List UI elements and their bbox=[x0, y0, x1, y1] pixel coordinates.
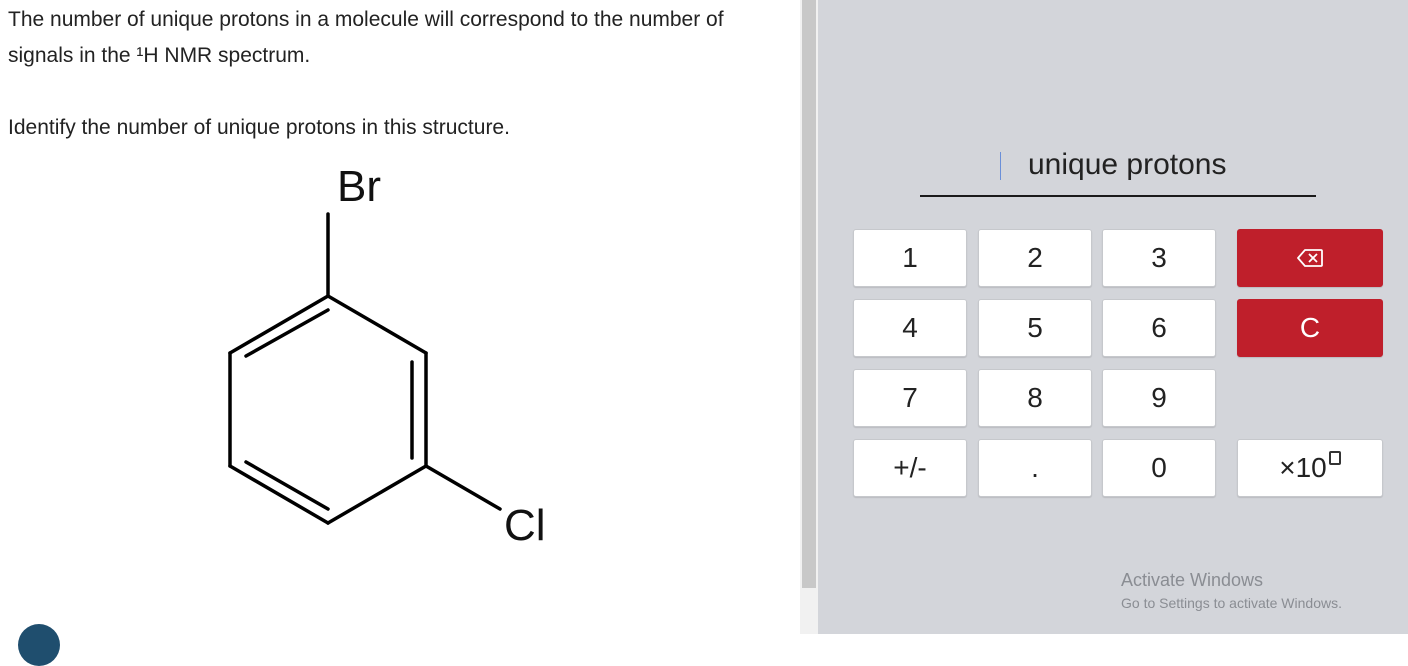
question-intro: The number of unique protons in a molecu… bbox=[8, 8, 724, 67]
key-1[interactable]: 1 bbox=[853, 229, 967, 287]
watermark-title: Activate Windows bbox=[1121, 570, 1264, 590]
atom-chlorine: Cl bbox=[504, 501, 546, 550]
answer-input-field[interactable] bbox=[920, 195, 1316, 197]
key-plus-minus[interactable]: +/- bbox=[853, 439, 967, 497]
benzene-ring bbox=[228, 212, 502, 525]
backspace-button[interactable] bbox=[1237, 229, 1383, 287]
molecule-structure: Br Cl bbox=[228, 162, 546, 550]
question-prompt: Identify the number of unique protons in… bbox=[8, 116, 510, 139]
key-3[interactable]: 3 bbox=[1102, 229, 1216, 287]
sci-label: ×10 bbox=[1279, 452, 1327, 483]
windows-activation-watermark: Activate Windows Go to Settings to activ… bbox=[1121, 570, 1342, 611]
question-panel: The number of unique protons in a molecu… bbox=[0, 0, 800, 666]
key-scientific-notation[interactable]: ×10 bbox=[1237, 439, 1383, 497]
key-6[interactable]: 6 bbox=[1102, 299, 1216, 357]
watermark-subtitle: Go to Settings to activate Windows. bbox=[1121, 595, 1342, 611]
key-0[interactable]: 0 bbox=[1102, 439, 1216, 497]
answer-panel: unique protons 1 2 3 4 5 6 C 7 8 9 +/- .… bbox=[818, 0, 1408, 634]
atom-bromine: Br bbox=[337, 162, 381, 211]
key-7[interactable]: 7 bbox=[853, 369, 967, 427]
key-4[interactable]: 4 bbox=[853, 299, 967, 357]
key-9[interactable]: 9 bbox=[1102, 369, 1216, 427]
key-decimal[interactable]: . bbox=[978, 439, 1092, 497]
exponent-box-icon bbox=[1328, 451, 1341, 465]
backspace-icon bbox=[1297, 249, 1323, 267]
text-caret bbox=[1000, 152, 1001, 180]
key-2[interactable]: 2 bbox=[978, 229, 1092, 287]
avatar[interactable] bbox=[18, 624, 60, 666]
key-5[interactable]: 5 bbox=[978, 299, 1092, 357]
answer-unit-label: unique protons bbox=[1028, 148, 1227, 181]
clear-button[interactable]: C bbox=[1237, 299, 1383, 357]
key-8[interactable]: 8 bbox=[978, 369, 1092, 427]
scrollbar-thumb[interactable] bbox=[802, 0, 816, 588]
